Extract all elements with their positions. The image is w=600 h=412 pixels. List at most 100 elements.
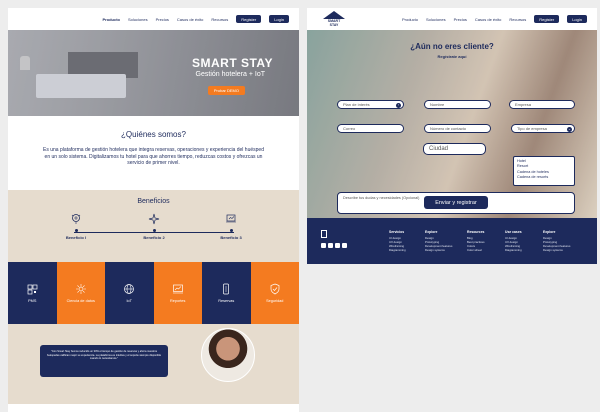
contact-subtitle[interactable]: Regístrate aquí <box>307 54 597 59</box>
benefits-title: Beneficios <box>137 198 170 205</box>
footer-link[interactable]: Diagramming <box>505 248 537 252</box>
youtube-icon[interactable] <box>335 243 340 248</box>
city-input[interactable]: Ciudad <box>423 143 486 155</box>
feature-label: Reportes <box>170 299 186 304</box>
feature-seguridad[interactable]: Seguridad <box>250 262 299 324</box>
benefit-1: Beneficio I <box>56 212 96 240</box>
feature-data-science[interactable]: Ciencia de datos <box>56 262 105 324</box>
nav-recursos[interactable]: Recursos <box>509 17 526 22</box>
testimonial-section: "Con Smart Stay hemos reducido un 30% el… <box>8 324 299 404</box>
benefit-1-label: Beneficio I <box>65 235 87 240</box>
plan-placeholder: Plan de interés <box>343 102 370 107</box>
footer-col-title: Servicios <box>389 230 405 234</box>
city-placeholder: Ciudad <box>429 146 449 152</box>
benefit-dot <box>152 229 156 232</box>
instagram-icon[interactable] <box>328 243 333 248</box>
footer-link[interactable]: Design systems <box>543 248 575 252</box>
nav-precios[interactable]: Precios <box>156 17 169 22</box>
feature-pms[interactable]: PMS <box>8 262 57 324</box>
hero-section: SMART STAY Gestión hotelera + IoT Probar… <box>8 30 299 116</box>
company-type-select[interactable]: Tipo de empresa ⌄ <box>511 124 575 133</box>
benefit-dot <box>229 229 233 232</box>
footer: Servicios UI design UX design Wireframin… <box>307 218 597 264</box>
register-button[interactable]: Register <box>534 15 560 23</box>
benefit-2: Beneficio 2 <box>134 212 174 240</box>
logo-text-2: STAY <box>329 23 339 27</box>
benefit-3-label: Beneficio 3 <box>220 235 242 240</box>
feature-label: PMS <box>28 299 37 304</box>
contact-title: ¿Aún no eres cliente? <box>410 42 494 51</box>
nav-producto[interactable]: Producto <box>102 17 120 22</box>
hero-title: SMART STAY <box>191 56 273 70</box>
top-nav: Producto Soluciones Precios Casos de éxi… <box>307 8 597 30</box>
about-title: ¿Quiénes somos? <box>121 130 186 139</box>
laptop-chart-icon <box>211 212 251 226</box>
option-resort-chain[interactable]: Cadena de resorts <box>517 175 571 180</box>
smart-stay-logo[interactable]: SMART STAY <box>323 11 345 29</box>
report-icon <box>172 282 184 296</box>
nav-casos[interactable]: Casos de éxito <box>475 17 501 22</box>
name-input[interactable]: Nombre <box>424 100 491 109</box>
footer-col-title: Explore <box>425 230 438 234</box>
contact-section: ¿Aún no eres cliente? Regístrate aquí Pl… <box>307 30 597 218</box>
benefit-3: Beneficio 3 <box>211 212 251 240</box>
feature-reportes[interactable]: Reportes <box>153 262 202 324</box>
about-text: Es una plataforma de gestión hotelera qu… <box>43 147 264 166</box>
feature-label: Reservas <box>218 299 235 304</box>
house-roof-icon <box>323 11 345 19</box>
submit-button[interactable]: Enviar y registrar <box>424 196 488 209</box>
nav-precios[interactable]: Precios <box>454 17 467 22</box>
footer-col-2: Explore Design Prototyping Development f… <box>425 230 457 252</box>
footer-col-title: Use cases <box>505 230 522 234</box>
login-button[interactable]: Login <box>567 15 587 23</box>
testimonial-quote: "Con Smart Stay hemos reducido un 30% el… <box>46 350 162 361</box>
testimonial-card: "Con Smart Stay hemos reducido un 30% el… <box>40 345 168 377</box>
chevron-down-icon: ⌄ <box>567 126 572 132</box>
email-input[interactable]: Correo <box>337 124 404 133</box>
footer-link[interactable]: Color wheel <box>467 248 499 252</box>
company-input[interactable]: Empresa <box>509 100 575 109</box>
company-type-options: Hotel Resort Cadena de hoteles Cadena de… <box>513 156 575 186</box>
mobile-booking-icon <box>220 282 232 296</box>
demo-button[interactable]: Probar DEMO <box>207 86 245 95</box>
registration-page: SMART STAY Producto Soluciones Precios C… <box>307 8 597 264</box>
nav-soluciones[interactable]: Soluciones <box>426 17 446 22</box>
shield-check-icon <box>269 282 281 296</box>
feature-label: IoT <box>126 299 133 304</box>
feature-reservas[interactable]: Reservas <box>202 262 251 324</box>
phone-input[interactable]: Número de contacto <box>424 124 491 133</box>
benefit-dot <box>74 229 78 232</box>
feature-iot[interactable]: IoT <box>105 262 154 324</box>
social-links <box>321 243 347 248</box>
footer-logo-icon[interactable] <box>321 230 327 238</box>
nav-producto[interactable]: Producto <box>402 17 418 22</box>
type-placeholder: Tipo de empresa <box>517 126 547 131</box>
nav-casos[interactable]: Casos de éxito <box>177 17 203 22</box>
benefit-2-label: Beneficio 2 <box>143 235 165 240</box>
login-button[interactable]: Login <box>269 15 289 23</box>
phone-placeholder: Número de contacto <box>430 126 467 131</box>
globe-icon <box>123 282 135 296</box>
footer-link[interactable]: Design systems <box>425 248 457 252</box>
footer-link[interactable]: Diagramming <box>389 248 421 252</box>
about-section: ¿Quiénes somos? Es una plataforma de ges… <box>8 116 299 190</box>
nav-recursos[interactable]: Recursos <box>211 17 228 22</box>
footer-col-5: Explore Design Prototyping Development f… <box>543 230 575 252</box>
feature-label: Seguridad <box>266 299 284 304</box>
brain-chip-icon <box>56 212 96 226</box>
testimonial-avatar <box>201 328 255 382</box>
register-button[interactable]: Register <box>236 15 262 23</box>
company-placeholder: Empresa <box>515 102 532 107</box>
x-icon[interactable] <box>321 243 326 248</box>
linkedin-icon[interactable] <box>342 243 347 248</box>
email-placeholder: Correo <box>343 126 356 131</box>
footer-col-title: Resources <box>467 230 485 234</box>
benefits-section: Beneficios Beneficio I Beneficio 2 Benef… <box>8 190 299 262</box>
hero-subtitle: Gestión hotelera + IoT <box>195 71 265 78</box>
nav-soluciones[interactable]: Soluciones <box>128 17 148 22</box>
footer-col-title: Explore <box>543 230 556 234</box>
sparkle-icon <box>134 212 174 226</box>
plan-select[interactable]: Plan de interés › <box>337 100 404 109</box>
footer-col-3: Resources Blog Best practices Colors Col… <box>467 230 499 252</box>
name-placeholder: Nombre <box>430 102 445 107</box>
